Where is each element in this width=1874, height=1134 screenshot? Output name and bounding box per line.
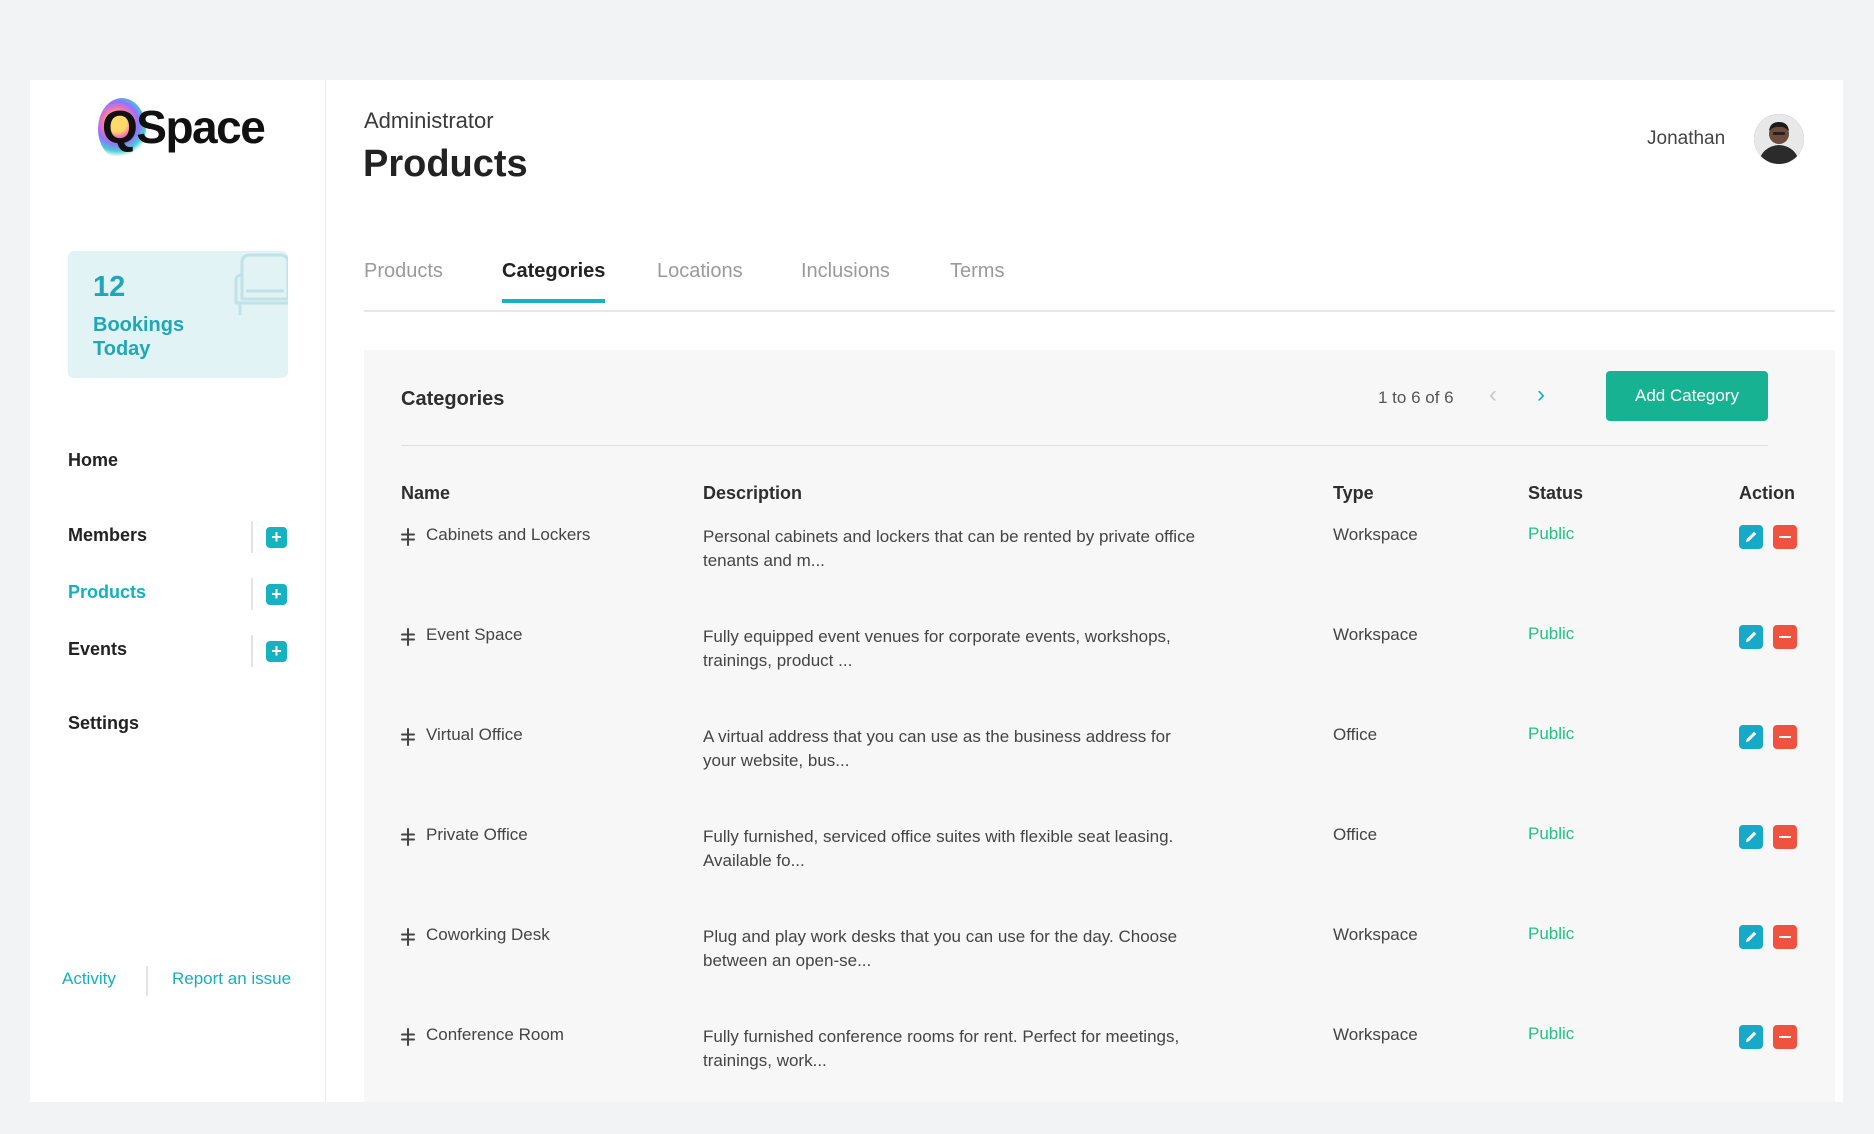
delete-button[interactable]	[1773, 825, 1797, 849]
pencil-icon	[1739, 825, 1763, 849]
column-header-type[interactable]: Type	[1333, 483, 1374, 504]
pencil-icon	[1739, 925, 1763, 949]
status-badge[interactable]: Public	[1528, 624, 1574, 644]
sidebar-item-members[interactable]: Members	[68, 525, 147, 546]
edit-button[interactable]	[1739, 825, 1763, 849]
sidebar-item-events[interactable]: Events	[68, 639, 127, 660]
table-row[interactable]: Event Space Fully equipped event venues …	[364, 625, 1835, 725]
edit-button[interactable]	[1739, 925, 1763, 949]
add-event-button[interactable]: +	[266, 641, 287, 662]
table-row[interactable]: Coworking Desk Plug and play work desks …	[364, 925, 1835, 1025]
logo[interactable]: QSpace	[98, 90, 268, 164]
sidebar-item-products[interactable]: Products	[68, 582, 146, 603]
activity-link[interactable]: Activity	[62, 969, 116, 989]
nav-divider	[251, 635, 253, 667]
app-window: QSpace 12 Bookings Today Home Members +	[30, 80, 1843, 1102]
table-row[interactable]: Conference Room Fully furnished conferen…	[364, 1025, 1835, 1102]
category-type: Workspace	[1333, 925, 1418, 945]
column-header-action: Action	[1739, 483, 1795, 504]
avatar[interactable]	[1754, 114, 1804, 164]
category-type: Workspace	[1333, 1025, 1418, 1045]
tab-products[interactable]: Products	[364, 260, 443, 299]
category-name: Conference Room	[426, 1025, 564, 1045]
delete-button[interactable]	[1773, 925, 1797, 949]
edit-button[interactable]	[1739, 625, 1763, 649]
category-name: Virtual Office	[426, 725, 523, 745]
category-name: Coworking Desk	[426, 925, 550, 945]
category-description: Fully equipped event venues for corporat…	[703, 625, 1203, 673]
table-row[interactable]: Cabinets and Lockers Personal cabinets a…	[364, 525, 1835, 625]
user-photo-icon	[1754, 114, 1804, 164]
drag-handle-icon[interactable]	[401, 628, 415, 646]
bookings-count: 12	[93, 271, 125, 304]
drag-handle-icon[interactable]	[401, 728, 415, 746]
category-description: Fully furnished, serviced office suites …	[703, 825, 1203, 873]
delete-button[interactable]	[1773, 725, 1797, 749]
panel-divider	[401, 445, 1768, 446]
nav-divider	[251, 578, 253, 610]
edit-button[interactable]	[1739, 525, 1763, 549]
column-header-status[interactable]: Status	[1528, 483, 1583, 504]
table-row[interactable]: Virtual Office A virtual address that yo…	[364, 725, 1835, 825]
user-name[interactable]: Jonathan	[1647, 128, 1725, 150]
categories-panel: Categories 1 to 6 of 6 ‹ › Add Category …	[364, 350, 1835, 1102]
drag-handle-icon[interactable]	[401, 528, 415, 546]
page-subtitle: Administrator	[364, 108, 494, 134]
pencil-icon	[1739, 1025, 1763, 1049]
sidebar-item-home[interactable]: Home	[68, 450, 118, 471]
edit-button[interactable]	[1739, 725, 1763, 749]
category-description: Plug and play work desks that you can us…	[703, 925, 1203, 973]
category-name: Event Space	[426, 625, 522, 645]
delete-button[interactable]	[1773, 625, 1797, 649]
status-badge[interactable]: Public	[1528, 824, 1574, 844]
drag-handle-icon[interactable]	[401, 928, 415, 946]
page-title: Products	[363, 143, 528, 186]
category-description: Fully furnished conference rooms for ren…	[703, 1025, 1203, 1073]
column-header-name[interactable]: Name	[401, 483, 450, 504]
table-row[interactable]: Private Office Fully furnished, serviced…	[364, 825, 1835, 925]
logo-text: QSpace	[102, 100, 264, 154]
edit-button[interactable]	[1739, 1025, 1763, 1049]
add-member-button[interactable]: +	[266, 527, 287, 548]
prev-page-button[interactable]: ‹	[1483, 383, 1503, 409]
footer-divider	[146, 966, 148, 996]
sidebar-item-settings[interactable]: Settings	[68, 713, 139, 734]
report-issue-link[interactable]: Report an issue	[172, 969, 291, 989]
category-type: Workspace	[1333, 625, 1418, 645]
nav-divider	[251, 521, 253, 553]
category-type: Office	[1333, 725, 1377, 745]
category-type: Workspace	[1333, 525, 1418, 545]
status-badge[interactable]: Public	[1528, 1024, 1574, 1044]
sidebar: QSpace 12 Bookings Today Home Members +	[30, 80, 326, 1102]
add-product-button[interactable]: +	[266, 584, 287, 605]
panel-title: Categories	[401, 388, 504, 411]
category-name: Cabinets and Lockers	[426, 525, 590, 545]
tab-categories[interactable]: Categories	[502, 260, 605, 303]
bookings-today-card[interactable]: 12 Bookings Today	[68, 251, 288, 378]
tab-terms[interactable]: Terms	[950, 260, 1004, 299]
pencil-icon	[1739, 525, 1763, 549]
delete-button[interactable]	[1773, 525, 1797, 549]
bookings-label: Bookings Today	[93, 313, 203, 361]
category-description: A virtual address that you can use as th…	[703, 725, 1203, 773]
tab-bar: Products Categories Locations Inclusions…	[364, 260, 1835, 312]
drag-handle-icon[interactable]	[401, 828, 415, 846]
tab-inclusions[interactable]: Inclusions	[801, 260, 890, 299]
armchair-icon	[232, 251, 288, 321]
status-badge[interactable]: Public	[1528, 724, 1574, 744]
pencil-icon	[1739, 725, 1763, 749]
delete-button[interactable]	[1773, 1025, 1797, 1049]
drag-handle-icon[interactable]	[401, 1028, 415, 1046]
status-badge[interactable]: Public	[1528, 924, 1574, 944]
category-name: Private Office	[426, 825, 528, 845]
add-category-button[interactable]: Add Category	[1606, 371, 1768, 421]
pagination-info: 1 to 6 of 6	[1378, 388, 1454, 408]
column-header-description[interactable]: Description	[703, 483, 802, 504]
category-type: Office	[1333, 825, 1377, 845]
category-description: Personal cabinets and lockers that can b…	[703, 525, 1203, 573]
next-page-button[interactable]: ›	[1531, 383, 1551, 409]
pencil-icon	[1739, 625, 1763, 649]
status-badge[interactable]: Public	[1528, 524, 1574, 544]
tab-locations[interactable]: Locations	[657, 260, 743, 299]
